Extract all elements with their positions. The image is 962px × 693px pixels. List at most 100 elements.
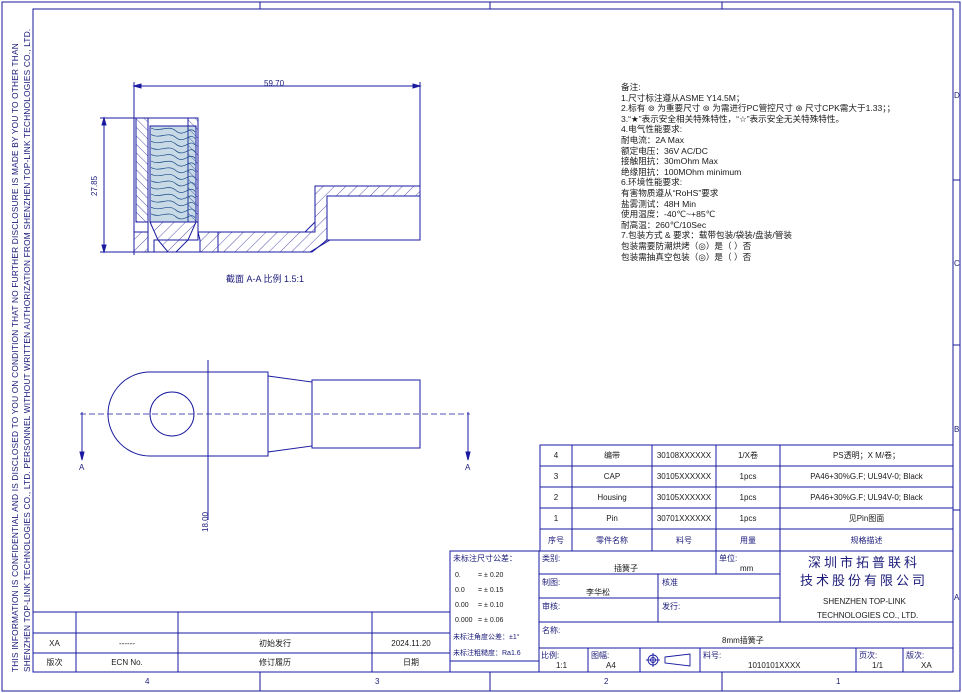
- category-label: 类别:: [542, 554, 561, 563]
- note-line: 2.标有 ⊚ 为重要尺寸 ⊚ 为需进行PC管控尺寸 ⊛ 尺寸CPK需大于1.33…: [621, 103, 896, 114]
- dim-width-label: 18.00: [201, 511, 210, 532]
- bom-header-pn: 料号: [676, 536, 692, 545]
- confidential-line-1: THIS INFORMATION IS CONFIDENTIAL AND IS …: [10, 43, 20, 672]
- bom-cell-pn: 30701XXXXXX: [656, 514, 712, 523]
- tolerance-value: = ± 0.10: [478, 602, 504, 609]
- section-mark-right: A: [465, 463, 471, 472]
- revision-header-desc: 修订履历: [259, 658, 291, 667]
- bom-cell-spec: 见Pin图面: [848, 514, 885, 523]
- revision-header-date: 日期: [403, 658, 419, 667]
- revision-ecn: ------: [119, 639, 135, 648]
- bom-cell-name: Housing: [597, 493, 627, 502]
- category-value: 插簧子: [614, 564, 638, 573]
- note-line: 有害物质遵从“RoHS”要求: [621, 187, 719, 198]
- unit-value: mm: [740, 564, 754, 573]
- bom-cell-qty: 1pcs: [739, 514, 757, 523]
- pn-value: 1010101XXXX: [748, 661, 801, 670]
- note-line: 备注:: [621, 82, 641, 92]
- name-value: 8mm插簧子: [722, 636, 764, 645]
- bom-cell-seq: 4: [553, 451, 559, 460]
- bom-cell-seq: 2: [553, 493, 559, 502]
- note-line: 包装需抽真空包装（◎）是（ ）否: [621, 251, 752, 262]
- bom-cell-pn: 30105XXXXXX: [656, 493, 712, 502]
- bom-cell-name: Pin: [606, 514, 618, 523]
- confidential-line-2: SHENZHEN TOP-LINK TECHNOLOGIES CO., LTD.…: [22, 28, 32, 672]
- dim-length-label: 59.70: [264, 79, 285, 88]
- scale-value: 1:1: [556, 661, 568, 670]
- company-en-line-2: TECHNOLOGIES CO., LTD.: [817, 611, 919, 620]
- zone-right-c: C: [954, 259, 960, 268]
- drawn-value: 李华松: [586, 588, 610, 597]
- note-line: 1.尺寸标注遵从ASME Y14.5M；: [621, 92, 745, 103]
- revision-date: 2024.11.20: [391, 639, 431, 648]
- tolerance-format: 0.000: [455, 617, 473, 624]
- rev-value: XA: [921, 661, 932, 670]
- revision-rev: XA: [49, 639, 60, 648]
- bom-cell-spec: PS透明；X M/卷；: [832, 451, 901, 460]
- size-value: A4: [606, 661, 616, 670]
- tolerance-format: 0.: [455, 572, 461, 579]
- tolerance-value: = ± 0.20: [478, 572, 504, 579]
- tolerance-angle: 未标注角度公差：±1°: [453, 634, 520, 641]
- note-line: 耐高温：260℃/10Sec: [621, 219, 707, 230]
- pn-label: 料号:: [703, 651, 722, 660]
- company-cn-line-2: 技术股份有限公司: [800, 573, 929, 588]
- front-view-drawing: [79, 360, 471, 520]
- bom-header-spec: 规格描述: [850, 536, 883, 545]
- note-line: 4.电气性能要求:: [621, 124, 683, 135]
- bom-cell-name: 编带: [604, 451, 620, 460]
- release-label: 发行:: [662, 602, 681, 611]
- bom-cell-spec: PA46+30%G.F; UL94V-0; Black: [810, 472, 923, 481]
- dim-height-label: 27.85: [90, 175, 99, 196]
- drawing-sheet: THIS INFORMATION IS CONFIDENTIAL AND IS …: [0, 0, 962, 693]
- zone-right-a: A: [954, 593, 960, 602]
- bom-cell-qty: 1pcs: [739, 472, 757, 481]
- note-line: 包装需要防潮烘烤（◎）是（ ）否: [621, 240, 752, 251]
- note-line: 耐电流：2A Max: [621, 134, 685, 145]
- revision-header-ecn: ECN No.: [111, 658, 143, 667]
- note-line: 7.包装方式 & 要求：载带包装/袋装/盘装/管装: [621, 230, 792, 241]
- page-value: 1/1: [872, 661, 884, 670]
- bom-header-seq: 序号: [548, 536, 564, 545]
- zone-bottom-1: 1: [836, 677, 841, 686]
- review-label: 审核:: [542, 602, 561, 611]
- tolerance-value: = ± 0.06: [478, 617, 504, 624]
- company-en-line-1: SHENZHEN TOP-LINK: [823, 597, 906, 606]
- bom-cell-qty: 1pcs: [739, 493, 757, 502]
- tolerance-roughness: 未标注粗糙度：Ra1.6: [453, 650, 521, 657]
- bom-cell-qty: 1/X卷: [737, 451, 758, 460]
- check-label: 核准: [662, 578, 678, 587]
- tolerance-title: 未标注尺寸公差：: [453, 554, 517, 563]
- tolerance-value: = ± 0.15: [478, 587, 504, 594]
- section-mark-left: A: [79, 463, 85, 472]
- company-cn-line-1: 深圳市拓普联科: [808, 555, 921, 570]
- zone-bottom-4: 4: [145, 677, 150, 686]
- section-caption: 截面 A-A 比例 1.5:1: [226, 274, 305, 284]
- note-line: 3.“★”表示安全相关特殊特性，“☆”表示安全无关特殊特性。: [621, 113, 845, 124]
- note-line: 接触阻抗：30mOhm Max: [621, 156, 718, 167]
- zone-right-d: D: [954, 91, 960, 100]
- section-view-drawing: [100, 82, 422, 255]
- unit-label: 单位:: [719, 554, 738, 563]
- bom-cell-pn: 30105XXXXXX: [656, 472, 712, 481]
- bom-header-name: 零件名称: [596, 536, 628, 545]
- zone-right-b: B: [954, 425, 960, 434]
- bom-cell-seq: 1: [553, 514, 559, 523]
- tolerance-format: 0.00: [455, 602, 469, 609]
- note-line: 额定电压：36V AC/DC: [621, 145, 708, 156]
- drawn-label: 制图:: [542, 578, 561, 587]
- bom-header-qty: 用量: [740, 536, 756, 545]
- note-line: 盐雾测试：48H Min: [621, 198, 696, 209]
- projection-symbol: [646, 653, 691, 667]
- bom-cell-seq: 3: [553, 472, 559, 481]
- bom-cell-spec: PA46+30%G.F; UL94V-0; Black: [810, 493, 923, 502]
- bom-cell-pn: 30108XXXXXX: [656, 451, 712, 460]
- zone-bottom-3: 3: [375, 677, 380, 686]
- notes-block: 备注: 1.尺寸标注遵从ASME Y14.5M； 2.标有 ⊚ 为重要尺寸 ⊚ 为需…: [621, 82, 895, 262]
- revision-desc: 初始发行: [259, 639, 291, 648]
- tolerance-format: 0.0: [455, 587, 465, 594]
- bom-cell-name: CAP: [603, 472, 621, 481]
- name-label: 名称:: [542, 626, 561, 635]
- note-line: 使用温度：-40℃~+85℃: [621, 209, 716, 220]
- note-line: 绝缘阻抗：100MOhm minimum: [621, 166, 742, 177]
